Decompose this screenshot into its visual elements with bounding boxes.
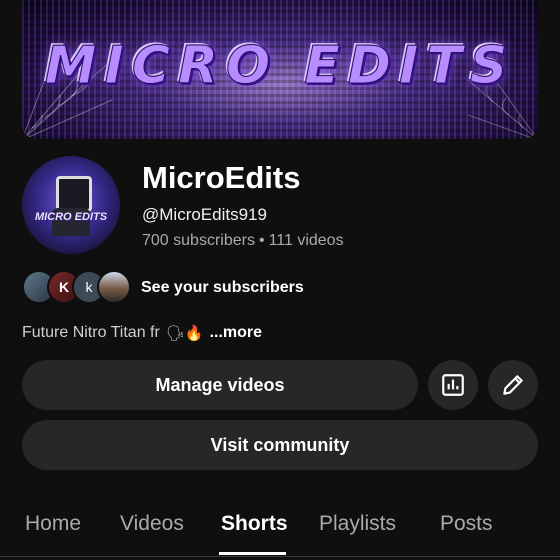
analytics-button[interactable]: [428, 360, 478, 410]
subscriber-avatar: [97, 270, 131, 304]
channel-tabs: Home Videos Shorts Playlists Posts: [0, 500, 560, 560]
pencil-icon: [503, 375, 523, 395]
manage-videos-button[interactable]: Manage videos: [22, 360, 418, 410]
subscriber-avatars[interactable]: K k: [22, 270, 131, 304]
tab-posts[interactable]: Posts: [440, 512, 493, 536]
channel-description[interactable]: Future Nitro Titan fr 🗣🔥 ...more: [22, 324, 262, 342]
see-subscribers-link[interactable]: See your subscribers: [141, 279, 304, 297]
description-text: Future Nitro Titan fr: [22, 324, 160, 341]
subscriber-count: 700 subscribers: [142, 232, 255, 249]
stats-separator: •: [258, 232, 265, 249]
banner-title: MICRO EDITS: [44, 36, 516, 97]
channel-avatar[interactable]: MICRO EDITS: [22, 156, 120, 254]
analytics-icon: [442, 374, 464, 396]
more-link[interactable]: ...more: [210, 324, 262, 342]
channel-name: MicroEdits: [142, 160, 301, 195]
tab-divider: [0, 556, 560, 557]
active-tab-indicator: [219, 552, 286, 555]
video-count: 111 videos: [268, 232, 344, 249]
visit-community-button[interactable]: Visit community: [22, 420, 538, 470]
description-emojis: 🗣🔥: [165, 325, 204, 342]
channel-handle: @MicroEdits919: [142, 205, 267, 224]
channel-stats: 700 subscribers • 111 videos: [142, 232, 344, 250]
channel-banner: MICRO EDITS: [22, 0, 538, 139]
tab-shorts[interactable]: Shorts: [221, 512, 288, 536]
avatar-figure-head: [56, 176, 92, 212]
edit-channel-button[interactable]: [488, 360, 538, 410]
tab-playlists[interactable]: Playlists: [319, 512, 396, 536]
tab-videos[interactable]: Videos: [120, 512, 184, 536]
tab-home[interactable]: Home: [25, 512, 81, 536]
avatar-text: MICRO EDITS: [34, 211, 108, 223]
